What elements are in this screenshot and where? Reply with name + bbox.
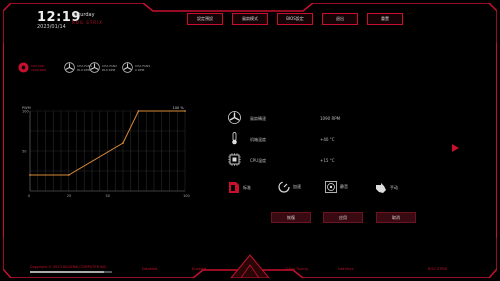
curve-point <box>137 110 140 112</box>
y-tick-label: 100 <box>22 110 29 114</box>
x-tick-label: 0 <box>28 194 30 198</box>
curve-annotation: 100 % <box>173 106 185 110</box>
mode-label: 加速 <box>293 184 301 189</box>
mode-label: 静音 <box>340 184 348 189</box>
fan-speed: 0 RPM <box>135 67 145 72</box>
day-label: Saturday <box>72 12 95 18</box>
top-button-preset[interactable]: 設定預設 <box>187 13 223 25</box>
monitor-value-fan: 1090 RPM <box>320 116 341 121</box>
fan-item-cpu[interactable]: CPU FAN 1090 RPM <box>18 62 46 73</box>
curve-point <box>184 110 186 112</box>
fan-item-cha2[interactable]: CHA FAN2 810 RPM <box>89 62 117 73</box>
footer-copyright: Copyright © 2023 ASUSTeK COMPUTER INC. <box>30 265 108 269</box>
fan-item-cha3[interactable]: CHA FAN3 0 RPM <box>122 62 150 73</box>
footer-brand: ROG STRIX <box>428 267 448 271</box>
footer-item-3[interactable]: Q-Fan Tuning <box>285 267 308 271</box>
footer-item-1[interactable]: Disabled <box>142 267 157 271</box>
curve-point <box>67 174 70 176</box>
fan-icon <box>89 62 100 73</box>
fan-icon <box>64 62 75 73</box>
thermometer-icon <box>232 132 237 145</box>
mode-turbo[interactable]: 加速 <box>278 181 301 193</box>
x-tick-label: 100 <box>183 194 190 198</box>
fan-name: CHA FAN2 <box>102 63 118 68</box>
silent-mode-icon <box>325 181 337 193</box>
monitor-value-case: +40 °C <box>320 137 335 142</box>
curve-point <box>29 174 31 176</box>
mode-label: 标准 <box>243 184 251 190</box>
fan-speed: 1090 RPM <box>31 67 47 72</box>
top-button-reset[interactable]: 重置 <box>367 13 403 25</box>
cancel-button[interactable]: 取消 <box>376 212 416 223</box>
monitor-label-case: 机箱温度 <box>250 137 266 142</box>
apply-button[interactable]: 应用 <box>323 212 363 223</box>
y-tick-label: 50 <box>22 150 26 154</box>
fan-curve-chart[interactable]: PWM501000 25 50 100100 % <box>22 103 190 199</box>
fan-icon <box>122 62 133 73</box>
standard-mode-icon <box>229 182 239 193</box>
fan-name: CHA FAN3 <box>135 63 151 68</box>
footer-item-4[interactable]: Hot Keys <box>338 267 353 271</box>
top-button-exit[interactable]: 退出 <box>322 13 358 25</box>
cpu-fan-icon <box>18 62 29 73</box>
manual-mode-icon <box>376 183 386 193</box>
cpu-icon <box>228 153 241 166</box>
mode-standard[interactable]: 标准 <box>228 181 251 194</box>
footer-progress[interactable] <box>30 271 112 273</box>
top-button-bios[interactable]: BIOS設定 <box>277 13 313 25</box>
fan-icon <box>228 111 241 124</box>
monitor-value-cpu: +15 °C <box>320 158 335 163</box>
footer-item-2[interactable]: Enabled <box>192 267 206 271</box>
fan-speed: 810 RPM <box>102 67 116 72</box>
top-button-fan-mode[interactable]: 風扇模式 <box>232 13 268 25</box>
brand-logo: ROG STRIX <box>72 20 103 25</box>
mode-label: 手动 <box>390 184 398 190</box>
monitor-label-cpu: CPU温度 <box>250 158 267 163</box>
next-arrow-icon[interactable] <box>452 144 459 152</box>
mode-silent[interactable]: 静音 <box>325 181 348 193</box>
curve-point <box>122 142 124 144</box>
x-tick-label: 50 <box>106 194 110 198</box>
mode-manual[interactable]: 手动 <box>374 181 398 194</box>
footer-progress-fill <box>30 271 104 273</box>
restore-button[interactable]: 恢復 <box>271 212 311 223</box>
turbo-mode-icon <box>278 181 290 193</box>
x-tick-label: 25 <box>67 194 71 198</box>
date-label: 2023/01/14 <box>37 24 66 30</box>
monitor-label-fan: 風扇轉速 <box>250 116 266 121</box>
fan-item-cha1[interactable]: CHA FAN1 810 RPM <box>64 62 92 73</box>
